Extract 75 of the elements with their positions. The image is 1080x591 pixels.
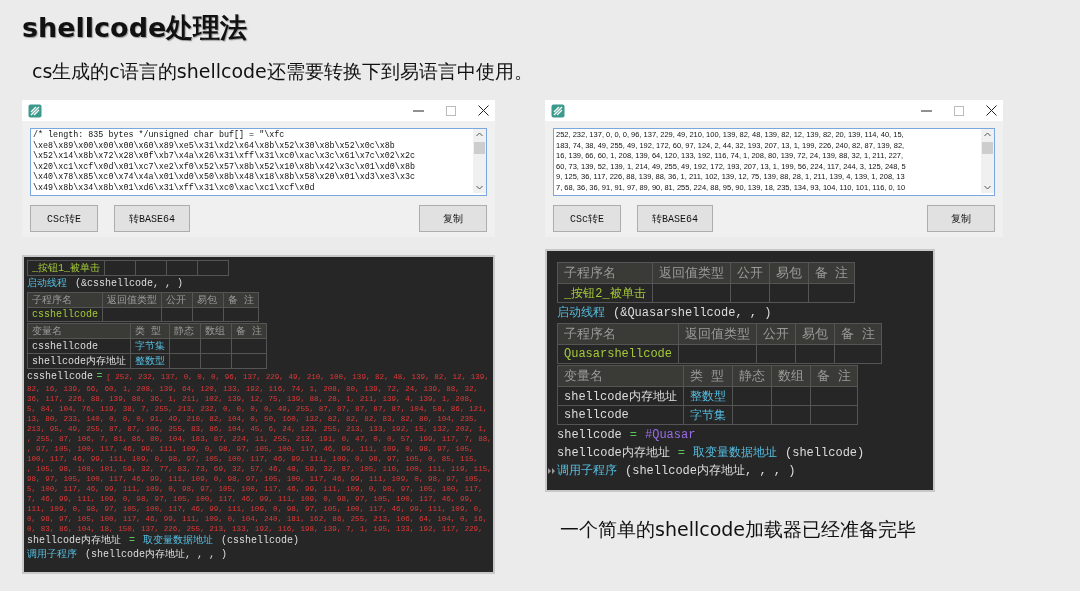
column-header: 数组 [200,323,232,339]
column-header: 备 注 [223,292,259,308]
maximize-icon[interactable] [446,105,456,116]
table-cell: _按钮2_被单击 [557,283,653,303]
variable-name: shellcode内存地址 [27,534,121,548]
column-header: 静态 [169,323,201,339]
column-header: 返回值类型 [102,292,162,308]
column-header: 公开 [730,262,770,284]
column-header: 备 注 [808,262,855,284]
column-header: 备 注 [834,323,882,345]
maximize-icon[interactable] [954,105,964,116]
variable-name: csshellcode [27,370,93,384]
table-cell: Quasarshellcode [557,344,679,364]
function-name: 启动线程 [27,277,67,291]
column-header: 返回值类型 [678,323,757,345]
copy-button[interactable]: 复制 [419,205,487,232]
table-cell: csshellcode [27,338,131,354]
column-header: 变量名 [27,323,131,339]
assign-operator: = [677,445,685,462]
assign-operator: = [129,534,136,548]
column-header: 子程序名 [557,262,653,284]
table-cell: 字节集 [683,405,733,425]
constant-name: #Quasar [645,427,696,444]
column-header: 易包 [769,262,809,284]
assign-operator: = [96,370,103,384]
base64-button[interactable]: 转BASE64 [114,205,190,232]
column-header: 静态 [732,365,772,387]
column-header: 公开 [756,323,796,345]
function-name: 启动线程 [557,305,605,322]
table-cell: csshellcode [27,307,103,322]
app-icon [28,103,42,118]
column-header: 子程序名 [27,292,103,308]
table-cell: _按钮1_被单击 [27,260,105,276]
column-header: 返回值类型 [652,262,731,284]
column-header: 易包 [795,323,835,345]
convert-button[interactable]: CSc转E [30,205,98,232]
table-cell: 字节集 [130,338,170,354]
base64-button[interactable]: 转BASE64 [637,205,713,232]
column-header: 类 型 [130,323,170,339]
function-name: 调用子程序 [27,548,77,562]
convert-button[interactable]: CSc转E [553,205,621,232]
function-name: 调用子程序 [557,463,617,480]
app-icon [551,103,565,118]
table-cell: 整数型 [683,386,733,406]
column-header: 易包 [192,292,224,308]
copy-button[interactable]: 复制 [927,205,995,232]
close-icon[interactable] [986,105,997,116]
slide-title: shellcode处理法 [22,11,249,45]
close-icon[interactable] [478,105,489,116]
call-arguments: (csshellcode) [221,534,300,548]
column-header: 备 注 [231,323,267,339]
function-name: 取变量数据地址 [143,534,214,548]
function-name: 取变量数据地址 [693,445,777,462]
column-header: 公开 [161,292,193,308]
minimize-icon[interactable] [921,109,932,112]
call-arguments: (shellcode内存地址, , , ) [85,548,228,562]
column-header: 子程序名 [557,323,679,345]
table-cell: shellcode [557,405,684,425]
column-header: 类 型 [683,365,733,387]
variable-name: shellcode [557,427,622,444]
table-cell: shellcode内存地址 [27,353,131,369]
call-arguments: (shellcode内存地址, , , ) [625,463,796,480]
column-header: 数组 [771,365,811,387]
assign-operator: = [629,427,637,444]
call-arguments: (shellcode) [785,445,865,462]
column-header: 变量名 [557,365,684,387]
variable-name: shellcode内存地址 [557,445,670,462]
table-cell: shellcode内存地址 [557,386,684,406]
call-arguments: (&Quasarshellcode, , ) [613,305,772,322]
caption: 一个简单的shellcode加载器已经准备完毕 [560,517,917,542]
column-header: 备 注 [810,365,858,387]
call-arguments: (&csshellcode, , ) [75,277,184,291]
slide-subtitle: cs生成的c语言的shellcode还需要转换下到易语言中使用。 [32,59,534,84]
table-cell: 整数型 [130,353,170,369]
minimize-icon[interactable] [413,109,424,112]
